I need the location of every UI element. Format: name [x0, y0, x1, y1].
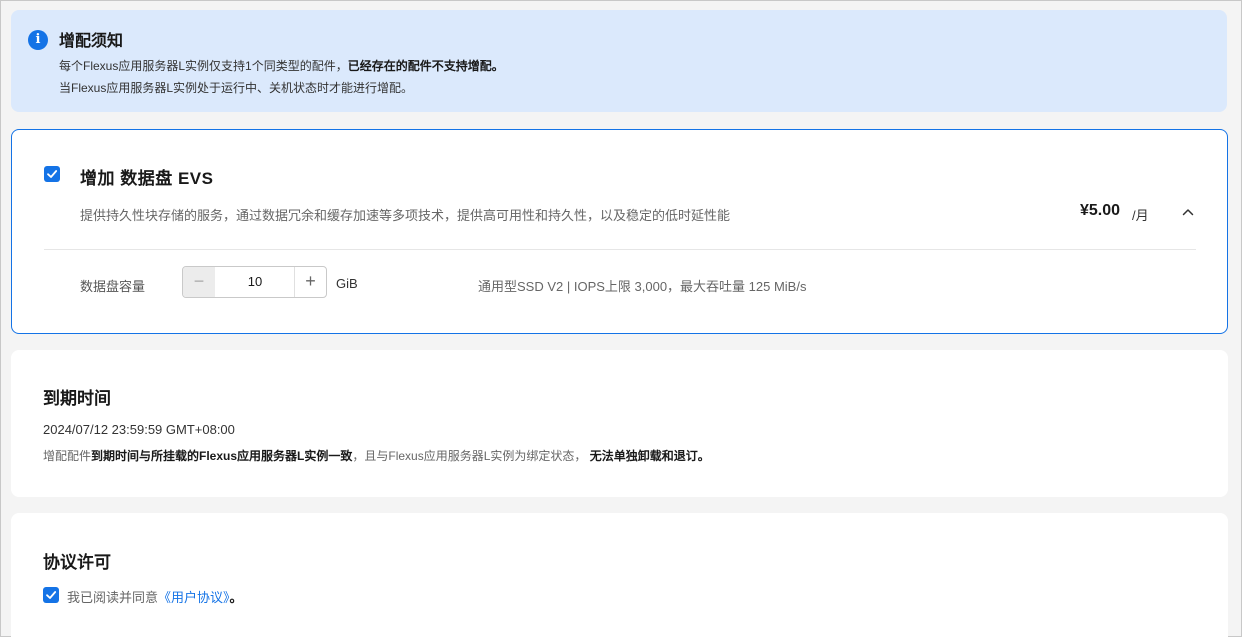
evs-addon-card: 增加 数据盘 EVS 提供持久性块存储的服务，通过数据冗余和缓存加速等多项技术，… — [11, 129, 1228, 334]
agreement-card: 协议许可 我已阅读并同意《用户协议》。 — [11, 513, 1228, 637]
checkmark-icon — [46, 591, 57, 599]
chevron-up-icon[interactable] — [1180, 204, 1196, 220]
divider — [44, 249, 1196, 250]
agreement-checkbox[interactable] — [43, 587, 59, 603]
evs-checkbox[interactable] — [44, 166, 60, 182]
agreement-text: 我已阅读并同意《用户协议》。 — [67, 590, 243, 605]
user-agreement-link[interactable]: 《用户协议》 — [158, 590, 230, 605]
expiry-date: 2024/07/12 23:59:59 GMT+08:00 — [43, 422, 235, 437]
capacity-label: 数据盘容量 — [80, 279, 146, 294]
increment-button[interactable]: + — [294, 267, 326, 297]
capacity-input[interactable] — [215, 267, 295, 297]
evs-title: 增加 数据盘 EVS — [80, 169, 214, 188]
evs-price-unit: /月 — [1132, 208, 1149, 223]
upgrade-notice: i 增配须知 每个Flexus应用服务器L实例仅支持1个同类型的配件，已经存在的… — [11, 10, 1227, 112]
evs-description: 提供持久性块存储的服务，通过数据冗余和缓存加速等多项技术，提供高可用性和持久性，… — [80, 208, 731, 223]
expiry-card: 到期时间 2024/07/12 23:59:59 GMT+08:00 增配配件到… — [11, 350, 1228, 497]
info-icon: i — [28, 30, 48, 50]
agreement-title: 协议许可 — [43, 553, 111, 572]
notice-title: 增配须知 — [59, 33, 124, 50]
expiry-note: 增配配件到期时间与所挂载的Flexus应用服务器L实例一致，且与Flexus应用… — [43, 449, 710, 463]
disk-spec: 通用型SSD V2 | IOPS上限 3,000，最大吞吐量 125 MiB/s — [478, 279, 807, 294]
notice-line-1: 每个Flexus应用服务器L实例仅支持1个同类型的配件，已经存在的配件不支持增配… — [59, 59, 504, 73]
expiry-title: 到期时间 — [43, 389, 111, 408]
checkmark-icon — [47, 170, 58, 178]
evs-price: ¥5.00 — [1080, 202, 1121, 219]
capacity-unit: GiB — [336, 276, 358, 291]
notice-line-2: 当Flexus应用服务器L实例处于运行中、关机状态时才能进行增配。 — [59, 81, 414, 95]
decrement-button[interactable]: − — [183, 267, 215, 297]
capacity-stepper: − + — [182, 266, 327, 298]
